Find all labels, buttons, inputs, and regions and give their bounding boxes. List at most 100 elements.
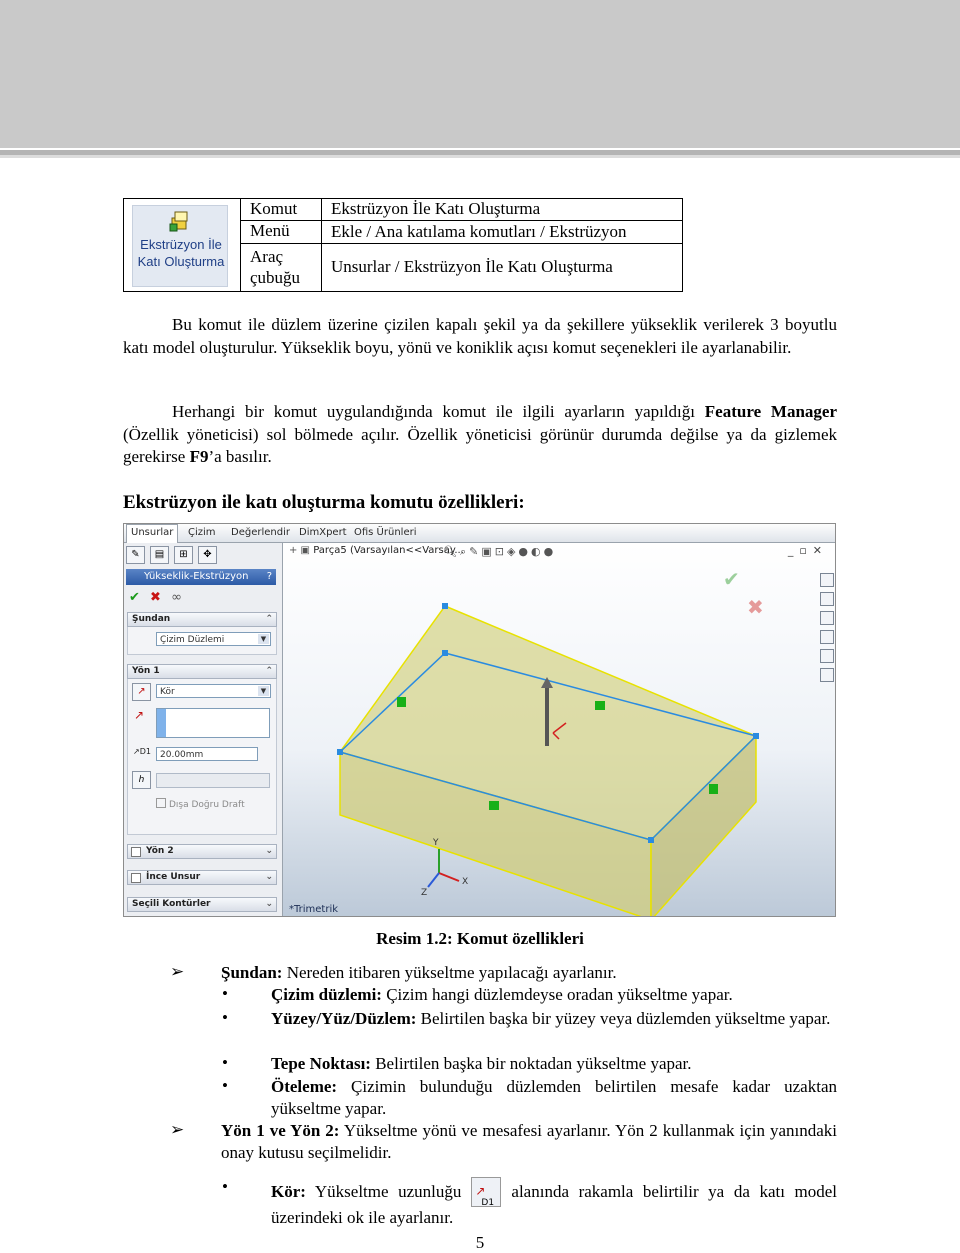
bullet-term: Yüzey/Yüz/Düzlem: [271, 1009, 417, 1028]
graphics-area[interactable]: + ▣ Parça5 (Varsayılan<<Varsay... 🔍︎⌕✎▣⊡… [283, 543, 835, 916]
solidworks-screenshot: Unsurlar Çizim Değerlendir DimXpert Ofis… [123, 523, 836, 917]
section-from[interactable]: Şundan ⌃ [127, 612, 277, 627]
draft-angle-input[interactable] [156, 773, 270, 788]
command-manager-tabs: Unsurlar Çizim Değerlendir DimXpert Ofis… [124, 524, 835, 543]
from-select[interactable]: Çizim Düzlemi ▼ [156, 632, 271, 646]
extruded-boss-icon: Ekstrüzyon İle Katı Oluşturma [132, 205, 228, 287]
section-from-body: Çizim Düzlemi ▼ [127, 627, 277, 655]
collapse-icon: ⌃ [265, 614, 273, 624]
selection-indicator [157, 709, 166, 737]
command-table: Ekstrüzyon İle Katı Oluşturma Komut Ekst… [123, 198, 683, 292]
section-label: Yön 1 [132, 666, 160, 676]
dot-bullet-icon: • [222, 1076, 228, 1095]
draft-outward-option[interactable]: Dışa Doğru Draft [156, 798, 245, 810]
vertex-marker [753, 733, 759, 739]
cancel-icon[interactable]: ✖ [150, 590, 161, 605]
bold-key: F9 [189, 447, 209, 466]
tab-sketch[interactable]: Çizim [184, 525, 220, 541]
select-value: Kör [160, 687, 175, 697]
panel-toolbar: ✎ ▤ ⊞ ✥ [126, 546, 278, 564]
section-direction-2[interactable]: Yön 2 ⌄ [127, 844, 277, 859]
dot-bullet-icon: • [222, 984, 228, 1003]
axis-label-x: X [462, 877, 468, 887]
bullet-text: Belirtilen başka bir noktadan yükseltme … [370, 1054, 692, 1073]
extrude-glyph-icon [169, 211, 188, 232]
feature-title-bar: Yükseklik-Ekstrüzyon ? [126, 569, 276, 585]
section-direction-1[interactable]: Yön 1 ⌃ [127, 664, 277, 679]
feature-tree-icon[interactable]: ✎ [126, 546, 145, 564]
horizontal-relation-icon [489, 801, 499, 810]
bullet-term: Tepe Noktası: [271, 1054, 371, 1073]
bold-term: Feature Manager [704, 402, 837, 421]
bullet-text: Çizimin bulunduğu düzlemden belirtilen m… [271, 1077, 837, 1118]
select-value: Çizim Düzlemi [160, 635, 225, 645]
bullet-text: Çizim hangi düzlemdeyse oradan yükseltme… [381, 985, 733, 1004]
horizontal-relation-icon [595, 701, 605, 710]
property-manager-panel: ✎ ▤ ⊞ ✥ Yükseklik-Ekstrüzyon ? ✔ ✖ ∞ Şun… [124, 543, 283, 916]
vertical-relation-icon [397, 697, 406, 707]
reverse-direction-icon[interactable]: ↗ [132, 683, 151, 701]
draft-toggle-icon[interactable]: ℎ [132, 771, 151, 789]
ok-cancel-row: ✔ ✖ ∞ [129, 590, 182, 605]
paragraph-feature-manager: Herhangi bir komut uygulandığında komut … [123, 401, 837, 469]
vertex-marker [442, 650, 448, 656]
tab-evaluate[interactable]: Değerlendir [227, 525, 294, 541]
bullet-kor: Kör: Yükseltme uzunluğu ↗ D1 alanında rakam… [271, 1177, 837, 1229]
vertex-marker [442, 603, 448, 609]
input-value: 20.00mm [160, 750, 204, 760]
dot-bullet-icon: • [222, 1177, 228, 1196]
section-label: Seçili Kontürler [132, 899, 211, 909]
tab-dimxpert[interactable]: DimXpert [295, 525, 351, 541]
header-rule-light [0, 155, 960, 158]
bullet-term: Yön 1 ve Yön 2: [221, 1121, 340, 1140]
config-manager-icon[interactable]: ⊞ [174, 546, 193, 564]
table-row: Araç çubuğu Unsurlar / Ekstrüzyon İle Ka… [241, 244, 682, 291]
preview-icon[interactable]: ∞ [171, 590, 182, 605]
arrow-bullet-icon: ➢ [170, 962, 185, 981]
direction-reference-box[interactable] [156, 708, 270, 738]
arrow-bullet-icon: ➢ [170, 1120, 185, 1139]
bullet-term: Çizim düzlemi: [271, 985, 382, 1004]
checkbox-icon[interactable] [131, 847, 141, 857]
expand-icon: ⌄ [265, 846, 273, 856]
ok-icon[interactable]: ✔ [129, 590, 140, 605]
help-icon[interactable]: ? [267, 569, 272, 585]
bullet-yuzey: Yüzey/Yüz/Düzlem: Belirtilen başka bir y… [271, 1008, 837, 1030]
icon-label: D1 [481, 1198, 495, 1208]
dimxpert-manager-icon[interactable]: ✥ [198, 546, 217, 564]
view-triad-x [438, 872, 460, 882]
bullet-sundan: Şundan: Nereden itibaren yükseltme yapıl… [221, 962, 837, 984]
section-heading: Ekstrüzyon ile katı oluşturma komutu öze… [123, 492, 525, 513]
table-row: Komut Ekstrüzyon İle Katı Oluşturma [241, 199, 682, 221]
end-condition-select[interactable]: Kör ▼ [156, 684, 271, 698]
direction-arrow-icon: ↗ [134, 708, 145, 722]
row-label: Menü [241, 221, 322, 243]
section-direction-1-body: ↗ Kör ▼ ↗ ↗D1 20.00mm ℎ Dışa Doğru Draft [127, 679, 277, 835]
bullet-term: Kör: [271, 1182, 306, 1201]
tab-office-products[interactable]: Ofis Ürünleri [350, 525, 421, 541]
section-label: İnce Unsur [146, 872, 201, 882]
view-orientation-label: *Trimetrik [289, 904, 339, 915]
bullet-term: Şundan: [221, 963, 283, 982]
extrusion-preview-svg: Y X Z [337, 603, 759, 916]
page-number: 5 [475, 1233, 485, 1252]
tab-features[interactable]: Unsurlar [126, 524, 179, 543]
section-thin-feature[interactable]: İnce Unsur ⌄ [127, 870, 277, 885]
command-icon-cell: Ekstrüzyon İle Katı Oluşturma [124, 199, 241, 291]
bullet-text: Nereden itibaren yükseltme yapılacağı ay… [282, 963, 617, 982]
checkbox-icon[interactable] [131, 873, 141, 883]
command-icon-label: Ekstrüzyon İle Katı Oluşturma [137, 237, 225, 269]
depth-d1-icon: ↗D1 [471, 1177, 502, 1208]
expand-icon: ⌄ [265, 899, 273, 909]
bullet-tepe-noktasi: Tepe Noktası: Belirtilen başka bir nokta… [271, 1053, 837, 1075]
property-manager-icon[interactable]: ▤ [150, 546, 169, 564]
depth-input[interactable]: 20.00mm [156, 747, 258, 761]
chevron-down-icon: ▼ [258, 686, 269, 696]
bullet-term: Öteleme: [271, 1077, 338, 1096]
section-selected-contours[interactable]: Seçili Kontürler ⌄ [127, 897, 277, 912]
row-value: Ekle / Ana katılama komutları / Ekstrüzy… [331, 222, 627, 241]
vertex-marker [337, 749, 343, 755]
depth-d1-icon: ↗D1 [133, 747, 151, 756]
bullet-yon: Yön 1 ve Yön 2: Yükseltme yönü ve mesafe… [221, 1120, 837, 1164]
bullet-text: Belirtilen başka bir yüzey veya düzlemde… [416, 1009, 831, 1028]
